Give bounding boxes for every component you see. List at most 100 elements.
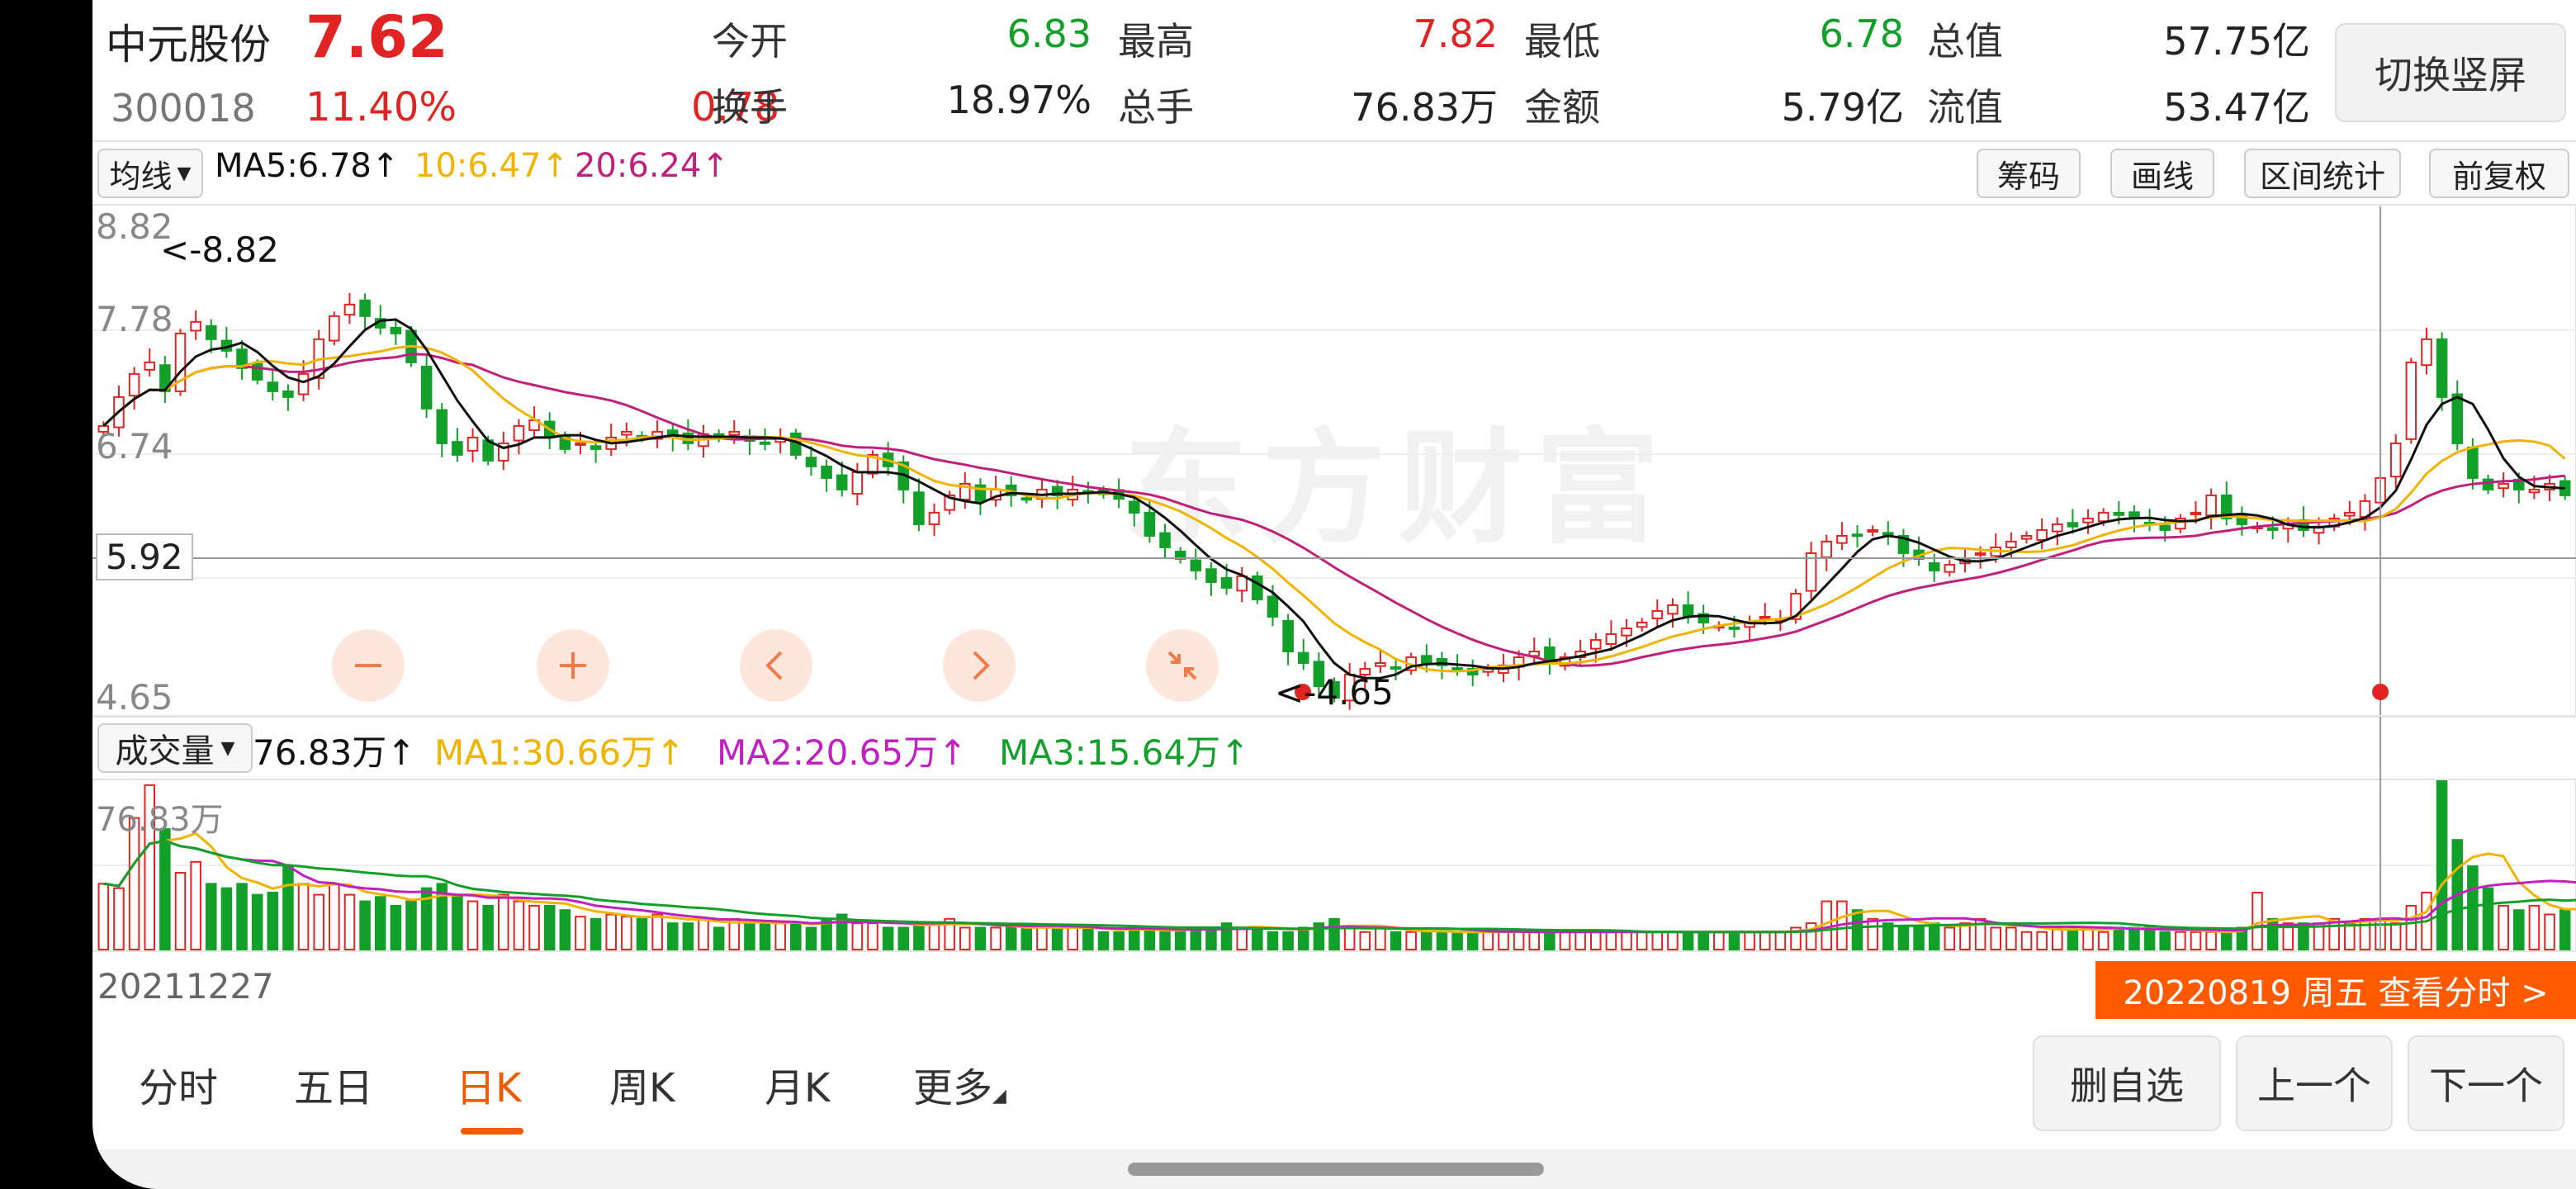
volume-bar-up <box>1405 931 1417 951</box>
shrink-button[interactable] <box>1146 629 1219 702</box>
tab-monthly-k[interactable]: 月K <box>765 1055 830 1113</box>
volume-bar-up <box>313 893 324 950</box>
volume-bar-up <box>1774 931 1787 951</box>
volume-bar-up <box>1574 931 1586 951</box>
volume-bar-up <box>605 913 617 951</box>
volume-bar-up <box>575 916 586 950</box>
volume-bar-down <box>744 922 755 951</box>
volume-bar-down <box>2159 931 2171 951</box>
volume-bar-up <box>1667 931 1679 951</box>
volume-bar-down <box>1851 909 1863 951</box>
volume-bar-up <box>1636 931 1648 951</box>
candle-up <box>575 442 586 446</box>
volume-bar-up <box>1375 926 1386 951</box>
zoom-in-button[interactable] <box>537 629 609 702</box>
candle-up <box>1867 528 1878 533</box>
candle-down <box>2113 511 2125 516</box>
volume-bar-down <box>897 926 910 951</box>
scroll-left-button[interactable] <box>740 629 812 702</box>
volume-bar-down <box>2220 931 2233 951</box>
volume-bar-down <box>1451 931 1463 951</box>
volume-bar-down <box>374 896 386 951</box>
volume-bar-up <box>2097 931 2110 951</box>
candle-down <box>1267 595 1279 618</box>
volume-bar-down <box>2559 909 2571 951</box>
volume-bar-up <box>1651 931 1664 951</box>
candle-up <box>2528 488 2540 494</box>
volume-bar-up <box>1867 917 1878 951</box>
volume-bar-down <box>1328 917 1340 951</box>
arrow-up-icon: ↑ <box>656 732 685 773</box>
tab-weekly-k[interactable]: 周K <box>609 1055 675 1113</box>
candle-down <box>436 409 448 444</box>
candle-down <box>821 465 832 479</box>
candle-down <box>836 474 848 490</box>
zoom-out-button[interactable] <box>332 629 405 702</box>
volume-selector[interactable]: 成交量 ▼ <box>97 723 253 773</box>
volume-bar-up <box>329 883 340 951</box>
volume-bar-up <box>1559 931 1571 951</box>
candle-down <box>1144 511 1156 537</box>
volume-bar-down <box>1267 931 1279 951</box>
volume-bar-down <box>282 865 294 951</box>
volume-bar-down <box>267 891 279 951</box>
candle-down <box>1159 532 1171 548</box>
volume-bar-down <box>1174 931 1186 951</box>
candle-up <box>466 436 479 452</box>
volume-bar-up <box>1744 931 1755 951</box>
volume-bar-up <box>1036 926 1048 951</box>
tab-daily-k[interactable]: 日K <box>456 1055 521 1113</box>
candle-down <box>1282 620 1294 652</box>
candle-up <box>2498 482 2509 490</box>
candle-down <box>759 441 771 445</box>
view-intraday-button[interactable]: 20220819 周五 查看分时 > <box>2095 961 2576 1019</box>
volume-bar-up <box>513 900 525 951</box>
remove-watchlist-button[interactable]: 删自选 <box>2033 1035 2221 1131</box>
volume-bar-up <box>867 922 878 951</box>
volume-bar-up <box>1236 926 1248 951</box>
volume-bar-down <box>220 887 233 951</box>
candle-down <box>282 390 294 398</box>
candle-down <box>267 381 279 392</box>
tab-more[interactable]: 更多◢ <box>913 1055 1006 1113</box>
shrink-icon <box>1167 651 1197 680</box>
volume-bar-up <box>1944 926 1956 951</box>
volume-bar-up <box>2344 922 2356 951</box>
previous-stock-button[interactable]: 上一个 <box>2236 1035 2393 1131</box>
volume-ma1: MA1:30.66万↑ <box>434 732 685 773</box>
candle-up <box>728 430 741 436</box>
candle-down <box>390 326 402 334</box>
volume-selector-label: 成交量 <box>115 732 215 770</box>
next-stock-button[interactable]: 下一个 <box>2408 1035 2564 1131</box>
volume-bar-down <box>236 883 248 951</box>
volume-bar-up <box>2005 926 2017 951</box>
volume-axis-top: 76.83万 <box>96 801 224 839</box>
tab-five-day[interactable]: 五日 <box>294 1055 373 1113</box>
candle-up <box>1944 563 1956 573</box>
candle-up <box>1667 604 1679 615</box>
volume-bar-up <box>190 860 201 951</box>
volume-bar-down <box>251 893 263 950</box>
volume-bar-up <box>113 887 125 951</box>
candle-down <box>205 324 217 340</box>
kline-chart[interactable] <box>92 0 2576 991</box>
volume-bar-down <box>2113 926 2125 951</box>
scroll-right-button[interactable] <box>943 629 1016 702</box>
volume-bar-down <box>1252 926 1263 951</box>
volume-bar-up <box>2405 904 2417 951</box>
tab-more-label: 更多 <box>913 1065 993 1111</box>
tab-intraday[interactable]: 分时 <box>139 1055 218 1113</box>
volume-bar-down <box>2513 909 2525 951</box>
volume-bar-down <box>2143 926 2156 951</box>
candle-up <box>1836 534 1848 544</box>
volume-bar-up <box>1605 931 1617 951</box>
volume-bar-down <box>1897 926 1910 951</box>
candle-up <box>297 372 310 396</box>
low-annotation: <-4.65 <box>1275 672 1394 713</box>
home-indicator[interactable] <box>1128 1163 1544 1176</box>
candle-down <box>1190 559 1202 571</box>
volume-bar-down <box>1020 926 1033 951</box>
candle-down <box>1252 575 1263 600</box>
candle-down <box>913 491 925 525</box>
volume-bar-up <box>1713 931 1725 951</box>
